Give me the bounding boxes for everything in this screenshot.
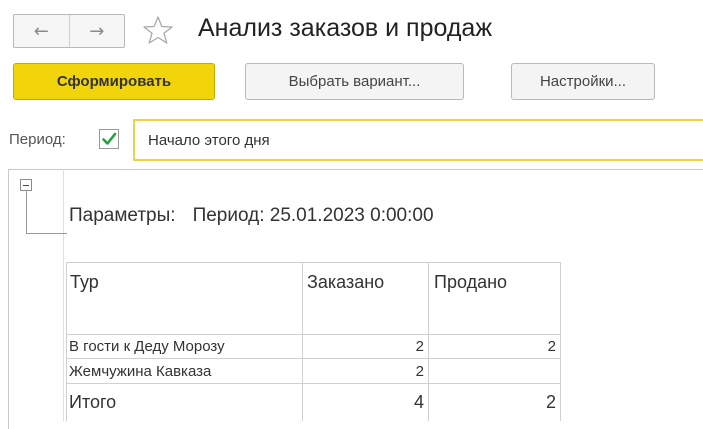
grid-line — [66, 262, 561, 263]
column-header-sold: Продано — [434, 272, 508, 292]
generate-button[interactable]: Сформировать — [13, 63, 215, 100]
table-row-ordered: 2 — [415, 338, 424, 355]
column-header-ordered: Заказано — [307, 272, 385, 292]
total-sold: 2 — [545, 392, 556, 412]
table-row-ordered: 2 — [415, 363, 424, 380]
tree-line-horizontal — [26, 233, 67, 234]
total-label: Итого — [69, 392, 117, 412]
report-group-separator — [63, 169, 64, 421]
grid-line — [66, 262, 67, 421]
grid-line — [560, 262, 561, 421]
page-title: Анализ заказов и продаж — [198, 14, 493, 42]
forward-button[interactable]: → — [68, 15, 125, 47]
period-field[interactable]: Начало этого дня — [133, 119, 703, 161]
grid-line — [66, 334, 561, 335]
period-label: Период: — [9, 131, 66, 148]
period-value: Начало этого дня — [148, 131, 270, 149]
total-ordered: 4 — [413, 392, 424, 412]
collapse-group-icon[interactable] — [20, 179, 32, 191]
table-row-sold: 2 — [547, 338, 556, 355]
arrow-left-icon: ← — [33, 20, 49, 42]
checkmark-icon — [102, 132, 117, 145]
column-header-tour: Тур — [70, 272, 99, 292]
arrow-right-icon: → — [89, 20, 105, 42]
table-row-tour: В гости к Деду Морозу — [69, 338, 225, 355]
report-parameters: Параметры: Период: 25.01.2023 0:00:00 — [69, 205, 434, 227]
grid-line — [66, 383, 561, 384]
table-row-tour: Жемчужина Кавказа — [69, 363, 212, 380]
back-button[interactable]: ← — [14, 15, 69, 47]
select-variant-button[interactable]: Выбрать вариант... — [245, 63, 464, 100]
params-label: Параметры: — [69, 205, 176, 226]
period-checkbox[interactable] — [99, 129, 119, 149]
settings-button[interactable]: Настройки... — [511, 63, 655, 100]
params-value: Период: 25.01.2023 0:00:00 — [192, 205, 434, 226]
grid-line — [66, 358, 561, 359]
navigation-buttons: ← → — [13, 14, 125, 48]
favorite-star-icon[interactable] — [141, 15, 175, 45]
tree-line-vertical — [26, 191, 27, 234]
